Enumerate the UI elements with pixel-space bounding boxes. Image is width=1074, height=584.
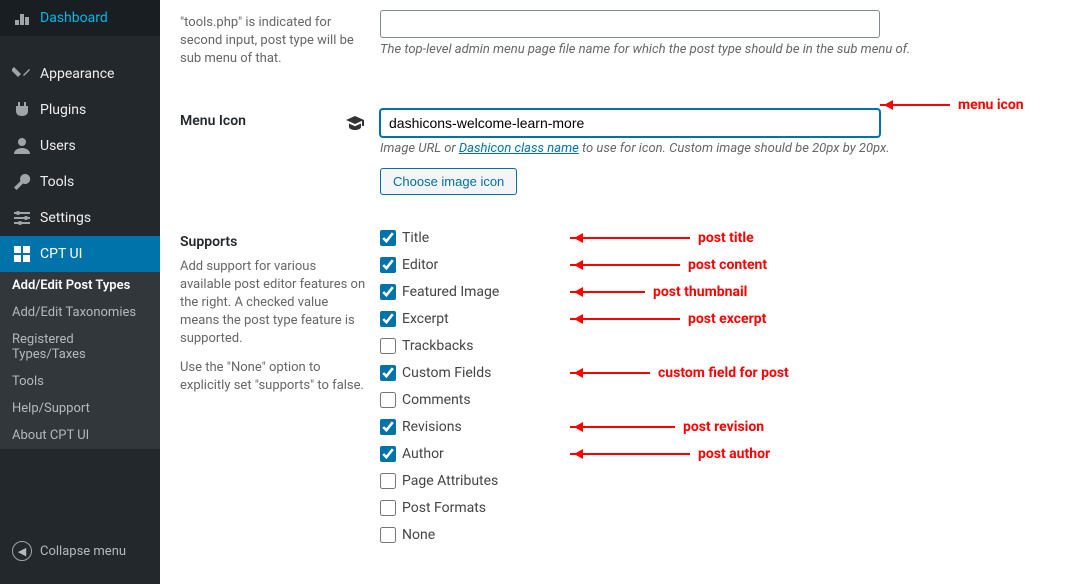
support-label: Post Formats xyxy=(402,500,486,516)
support-item-post-formats: Post Formats xyxy=(380,500,1054,516)
support-checkbox-featured-image[interactable] xyxy=(380,284,396,300)
submenu-tools[interactable]: Tools xyxy=(0,368,160,395)
collapse-label: Collapse menu xyxy=(40,544,126,559)
support-label: None xyxy=(402,527,435,543)
dashboard-icon xyxy=(12,8,32,28)
sidebar-item-plugins[interactable]: Plugins xyxy=(0,92,160,128)
support-checkbox-trackbacks[interactable] xyxy=(380,338,396,354)
annotation-excerpt: post excerpt xyxy=(570,311,766,327)
support-label: Title xyxy=(402,230,429,246)
parent-menu-input[interactable] xyxy=(380,10,880,38)
sidebar-label: Appearance xyxy=(40,66,114,82)
main-content: "tools.php" is indicated for second inpu… xyxy=(160,0,1074,584)
sidebar-label: Plugins xyxy=(40,102,86,118)
support-checkbox-title[interactable] xyxy=(380,230,396,246)
row-parent-menu: "tools.php" is indicated for second inpu… xyxy=(180,0,1054,79)
support-checkbox-author[interactable] xyxy=(380,446,396,462)
support-checkbox-post-formats[interactable] xyxy=(380,500,396,516)
support-label: Editor xyxy=(402,257,438,273)
annotation-author: post author xyxy=(570,446,770,462)
annotation-revisions: post revision xyxy=(570,419,764,435)
cpt-ui-icon xyxy=(12,244,32,264)
collapse-menu[interactable]: ◀ Collapse menu xyxy=(0,533,160,569)
support-item-title: Title post title xyxy=(380,230,1054,246)
admin-sidebar: Dashboard Appearance Plugins Users Tools… xyxy=(0,0,160,584)
supports-list: Title post title Editor post content Feature… xyxy=(380,230,1054,543)
support-item-revisions: Revisions post revision xyxy=(380,419,1054,435)
menu-icon-label: Menu Icon xyxy=(180,113,370,129)
support-item-editor: Editor post content xyxy=(380,257,1054,273)
supports-desc-2: Use the "None" option to explicitly set … xyxy=(180,359,370,395)
parent-menu-desc: "tools.php" is indicated for second inpu… xyxy=(180,15,354,66)
cpt-ui-submenu: Add/Edit Post Types Add/Edit Taxonomies … xyxy=(0,272,160,449)
support-item-trackbacks: Trackbacks xyxy=(380,338,1054,354)
menu-icon-help: Image URL or Dashicon class name to use … xyxy=(380,141,1054,156)
support-label: Comments xyxy=(402,392,471,408)
sidebar-label: Users xyxy=(40,138,76,154)
submenu-about-cpt-ui[interactable]: About CPT UI xyxy=(0,422,160,449)
support-item-custom-fields: Custom Fields custom field for post xyxy=(380,365,1054,381)
submenu-help-support[interactable]: Help/Support xyxy=(0,395,160,422)
tools-icon xyxy=(12,172,32,192)
row-menu-icon: Menu Icon Image URL or Dashicon class na… xyxy=(180,99,1054,205)
row-supports: Supports Add support for various availab… xyxy=(180,220,1054,564)
support-label: Revisions xyxy=(402,419,462,435)
support-item-featured-image: Featured Image post thumbnail xyxy=(380,284,1054,300)
settings-icon xyxy=(12,208,32,228)
support-item-excerpt: Excerpt post excerpt xyxy=(380,311,1054,327)
sidebar-item-dashboard[interactable]: Dashboard xyxy=(0,0,160,36)
annotation-editor: post content xyxy=(570,257,767,273)
support-label: Excerpt xyxy=(402,311,449,327)
users-icon xyxy=(12,136,32,156)
support-label: Featured Image xyxy=(402,284,499,300)
sidebar-label: CPT UI xyxy=(40,246,82,262)
collapse-icon: ◀ xyxy=(12,541,32,561)
sidebar-item-cpt-ui[interactable]: CPT UI xyxy=(0,236,160,272)
support-checkbox-page-attributes[interactable] xyxy=(380,473,396,489)
sidebar-label: Tools xyxy=(40,174,74,190)
sidebar-item-appearance[interactable]: Appearance xyxy=(0,56,160,92)
graduation-cap-icon xyxy=(345,114,365,134)
support-item-comments: Comments xyxy=(380,392,1054,408)
parent-menu-help: The top-level admin menu page file name … xyxy=(380,42,1054,57)
plugins-icon xyxy=(12,100,32,120)
choose-image-icon-button[interactable]: Choose image icon xyxy=(380,168,517,195)
support-item-page-attributes: Page Attributes xyxy=(380,473,1054,489)
sidebar-label: Dashboard xyxy=(40,10,108,26)
menu-icon-input[interactable] xyxy=(380,109,880,137)
sidebar-item-settings[interactable]: Settings xyxy=(0,200,160,236)
submenu-registered-types[interactable]: Registered Types/Taxes xyxy=(0,326,160,368)
dashicon-link[interactable]: Dashicon class name xyxy=(459,141,579,156)
support-item-author: Author post author xyxy=(380,446,1054,462)
support-checkbox-revisions[interactable] xyxy=(380,419,396,435)
support-label: Custom Fields xyxy=(402,365,491,381)
supports-desc-1: Add support for various available post e… xyxy=(180,258,370,349)
submenu-add-edit-post-types[interactable]: Add/Edit Post Types xyxy=(0,272,160,299)
support-checkbox-excerpt[interactable] xyxy=(380,311,396,327)
annotation-custom_fields: custom field for post xyxy=(570,365,789,381)
sidebar-label: Settings xyxy=(40,210,91,226)
submenu-add-edit-taxonomies[interactable]: Add/Edit Taxonomies xyxy=(0,299,160,326)
appearance-icon xyxy=(12,64,32,84)
annotation-title: post title xyxy=(570,230,754,246)
sidebar-item-users[interactable]: Users xyxy=(0,128,160,164)
support-checkbox-comments[interactable] xyxy=(380,392,396,408)
annotation-featured: post thumbnail xyxy=(570,284,747,300)
support-checkbox-editor[interactable] xyxy=(380,257,396,273)
support-checkbox-none[interactable] xyxy=(380,527,396,543)
sidebar-item-tools[interactable]: Tools xyxy=(0,164,160,200)
support-label: Author xyxy=(402,446,444,462)
support-label: Trackbacks xyxy=(402,338,473,354)
support-checkbox-custom-fields[interactable] xyxy=(380,365,396,381)
support-item-none: None xyxy=(380,527,1054,543)
support-label: Page Attributes xyxy=(402,473,498,489)
supports-label: Supports xyxy=(180,234,370,250)
